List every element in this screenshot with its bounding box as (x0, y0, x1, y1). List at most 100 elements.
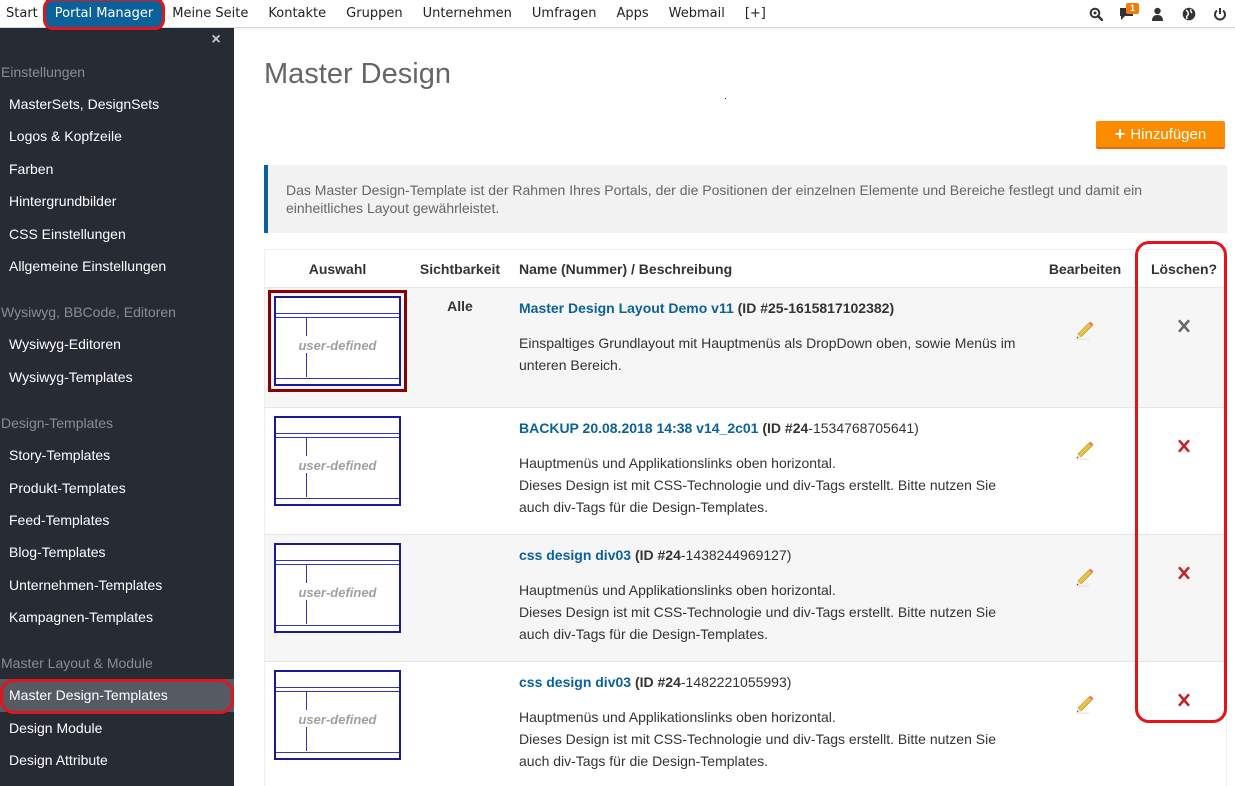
select-cell: user-defined (265, 408, 410, 534)
template-name-link[interactable]: Master Design Layout Demo v11 (519, 300, 734, 316)
select-cell: user-defined (265, 662, 410, 786)
row-description-line: Hauptmenüs und Applikationslinks oben ho… (519, 709, 836, 725)
edit-cell (1030, 535, 1140, 661)
layout-thumbnail[interactable]: user-defined (268, 290, 407, 392)
sidebar-item-kampagnen-templates[interactable]: Kampagnen-Templates (0, 601, 234, 633)
edit-pencil-icon[interactable] (1074, 318, 1096, 340)
top-navigation-bar: Start Portal Manager Meine Seite Kontakte Gr… (0, 0, 1235, 30)
topnav-item-meine-seite[interactable]: Meine Seite (162, 0, 258, 28)
delete-x-icon[interactable] (1176, 692, 1192, 708)
row-description-line: Einspaltiges Grundlayout mit Hauptmenüs … (519, 335, 1016, 373)
topnav-item-umfragen[interactable]: Umfragen (522, 0, 607, 28)
search-icon[interactable] (1080, 0, 1111, 28)
layout-thumbnail[interactable]: user-defined (274, 670, 401, 760)
sidebar-item-allgemeine-einstellungen[interactable]: Allgemeine Einstellungen (0, 250, 234, 282)
sidebar-item-farben[interactable]: Farben (0, 153, 234, 185)
visibility-cell (410, 408, 510, 534)
template-id-prefix: (ID #24 (634, 674, 681, 690)
row-description-line: Dieses Design ist mit CSS-Technologie un… (519, 477, 996, 515)
select-cell: user-defined (265, 535, 410, 661)
table-header: Auswahl Sichtbarkeit Name (Nummer) / Bes… (265, 250, 1226, 288)
edit-pencil-icon[interactable] (1074, 565, 1096, 587)
template-id-prefix: (ID #24 (634, 547, 681, 563)
template-name-link[interactable]: css design div03 (519, 674, 631, 690)
topnav-item-unternehmen[interactable]: Unternehmen (413, 0, 522, 28)
layout-thumbnail[interactable]: user-defined (274, 543, 401, 633)
delete-x-icon[interactable] (1176, 438, 1192, 454)
template-id-suffix: -1534768705641) (808, 420, 919, 436)
sidebar-item-feed-templates[interactable]: Feed-Templates (0, 504, 234, 536)
sidebar-item-story-templates[interactable]: Story-Templates (0, 439, 234, 471)
template-id-prefix: (ID #25 (737, 300, 784, 316)
main-menu: Start Portal Manager Meine Seite Kontakte Gr… (0, 0, 776, 30)
row-description: Hauptmenüs und Applikationslinks oben ho… (519, 706, 1030, 772)
name-cell: css design div03 (ID #24-1482221055993) … (510, 662, 1030, 786)
topnav-item-more[interactable]: [+] (735, 0, 776, 28)
globe-icon[interactable] (1173, 0, 1204, 28)
thumbnail-label: user-defined (298, 338, 377, 353)
main-content: Master Design + Hinzufügen Das Master De… (234, 28, 1235, 786)
sidebar-item-blog-templates[interactable]: Blog-Templates (0, 536, 234, 568)
edit-cell (1030, 288, 1140, 407)
sidebar-item-mastersets-designsets[interactable]: MasterSets, DesignSets (0, 88, 234, 120)
sidebar-item-hintergrundbilder[interactable]: Hintergrundbilder (0, 185, 234, 217)
topnav-item-kontakte[interactable]: Kontakte (258, 0, 336, 28)
delete-cell (1140, 288, 1228, 407)
user-icon[interactable] (1142, 0, 1173, 28)
header-visibility: Sichtbarkeit (419, 260, 501, 277)
select-cell: user-defined (265, 288, 410, 407)
sidebar-group-title: Master Layout & Module (1, 655, 153, 672)
top-icons: 1 (1080, 0, 1235, 28)
sidebar-group-title: Design-Templates (1, 415, 114, 432)
sidebar-item-logos-kopfzeile[interactable]: Logos & Kopfzeile (0, 120, 234, 152)
table-row: user-defined css design div03 (ID #24-14… (265, 662, 1226, 786)
header-edit: Bearbeiten (1048, 260, 1122, 277)
delete-x-icon[interactable] (1176, 318, 1192, 334)
row-description: Hauptmenüs und Applikationslinks oben ho… (519, 452, 1030, 518)
header-delete: Löschen? (1150, 260, 1218, 277)
row-description-line: Hauptmenüs und Applikationslinks oben ho… (519, 455, 836, 471)
sidebar-menu: Einstellungen MasterSets, DesignSets Logos… (0, 56, 234, 777)
delete-cell (1140, 535, 1228, 661)
delete-cell (1140, 408, 1228, 534)
topnav-item-start[interactable]: Start (0, 0, 46, 28)
sidebar-close-icon[interactable]: × (208, 32, 224, 48)
sidebar-item-unternehmen-templates[interactable]: Unternehmen-Templates (0, 569, 234, 601)
thumbnail-label: user-defined (298, 585, 377, 600)
topnav-item-apps[interactable]: Apps (606, 0, 658, 28)
row-description-line: Hauptmenüs und Applikationslinks oben ho… (519, 582, 836, 598)
thumbnail-label: user-defined (298, 458, 377, 473)
edit-pencil-icon[interactable] (1074, 438, 1096, 460)
topnav-item-webmail[interactable]: Webmail (659, 0, 735, 28)
power-icon[interactable] (1204, 0, 1235, 28)
header-name: Name (Nummer) / Beschreibung (519, 260, 733, 277)
messages-icon[interactable]: 1 (1111, 0, 1142, 28)
template-name-link[interactable]: css design div03 (519, 547, 631, 563)
name-cell: Master Design Layout Demo v11 (ID #25-16… (510, 288, 1030, 407)
topnav-item-portal-manager[interactable]: Portal Manager (42, 0, 166, 30)
topnav-item-gruppen[interactable]: Gruppen (336, 0, 412, 28)
delete-cell (1140, 662, 1228, 786)
templates-table: Auswahl Sichtbarkeit Name (Nummer) / Bes… (264, 249, 1227, 786)
sidebar-item-css-einstellungen[interactable]: CSS Einstellungen (0, 218, 234, 250)
sidebar-item-wysiwyg-templates[interactable]: Wysiwyg-Templates (0, 361, 234, 393)
visibility-cell (410, 535, 510, 661)
sidebar-item-design-module[interactable]: Design Module (0, 712, 234, 744)
sidebar-item-produkt-templates[interactable]: Produkt-Templates (0, 472, 234, 504)
add-button[interactable]: + Hinzufügen (1096, 121, 1225, 149)
template-name-link[interactable]: BACKUP 20.08.2018 14:38 v14_2c01 (519, 420, 758, 436)
layout-thumbnail[interactable]: user-defined (274, 416, 401, 506)
sidebar-item-master-design-templates[interactable]: Master Design-Templates (0, 679, 234, 715)
edit-pencil-icon[interactable] (1074, 692, 1096, 714)
sidebar-item-wysiwyg-editoren[interactable]: Wysiwyg-Editoren (0, 328, 234, 360)
thumbnail-label: user-defined (298, 712, 377, 727)
delete-x-icon[interactable] (1176, 565, 1192, 581)
name-cell: css design div03 (ID #24-1438244969127) … (510, 535, 1030, 661)
info-box: Das Master Design-Template ist der Rahme… (264, 165, 1227, 233)
sidebar-item-design-attribute[interactable]: Design Attribute (0, 744, 234, 776)
stray-dot (725, 98, 726, 99)
visibility-cell: Alle (447, 298, 473, 314)
row-description: Hauptmenüs und Applikationslinks oben ho… (519, 579, 1030, 645)
